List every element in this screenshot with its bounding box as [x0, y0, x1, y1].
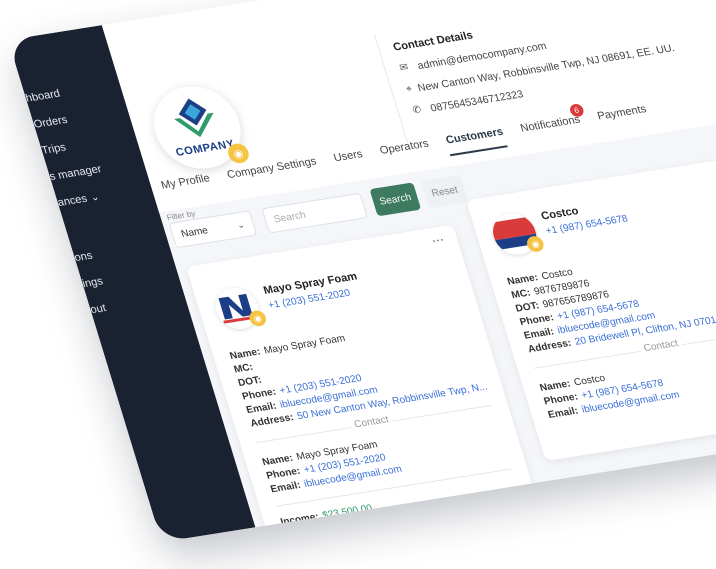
sidebar-item-dashboard[interactable]: hboard	[24, 88, 61, 105]
sidebar-item-trips[interactable]: Trips	[40, 141, 67, 156]
contact-section-label: Contact	[348, 413, 395, 431]
field-label: Income:	[279, 511, 321, 529]
chevron-down-icon: ⌄	[235, 218, 246, 230]
camera-icon[interactable]: ◉	[225, 142, 252, 165]
search-input[interactable]: Search	[261, 192, 368, 234]
sidebar-item-label: s manager	[48, 163, 104, 183]
sidebar-item-label: Orders	[32, 113, 69, 131]
field-value: Mayo Spray Foam	[262, 333, 347, 357]
sidebar-item-settings[interactable]: ings	[81, 275, 104, 290]
tab-label: Operators	[378, 137, 431, 157]
customer-name: Costco	[539, 205, 581, 223]
field-label: Email:	[546, 405, 580, 421]
income-row: Income:$23,500.00	[279, 503, 374, 528]
location-pin-icon: ⌖	[404, 83, 414, 96]
sidebar-item-label: hboard	[24, 87, 62, 105]
tab-label: Users	[332, 148, 365, 165]
field-value	[264, 374, 267, 385]
more-options-icon[interactable]: ⋯	[430, 232, 447, 248]
field-label: DOT:	[236, 374, 264, 390]
field-label: MC:	[232, 361, 255, 376]
sidebar-item-label: ances	[56, 192, 89, 209]
company-logo: COMPANY ◉	[143, 80, 252, 175]
tab-my-profile[interactable]: My Profile	[160, 172, 215, 201]
tab-operators[interactable]: Operators	[378, 138, 433, 167]
app-window: hboard Orders Trips s manager ances⌄ ons…	[8, 0, 716, 543]
sidebar-item-label: ings	[80, 275, 105, 291]
sidebar-item-label: ons	[72, 249, 95, 265]
field-value: Costco	[540, 266, 575, 283]
sidebar-item-orders[interactable]: Orders	[32, 114, 69, 131]
sidebar-item-label: out	[88, 302, 108, 317]
sidebar-item-label: Trips	[40, 141, 68, 157]
field-value	[255, 361, 258, 372]
filter-select-value: Name	[179, 224, 210, 240]
field-label: Name:	[228, 346, 262, 362]
field-dot: DOT:	[237, 374, 267, 389]
tab-users[interactable]: Users	[332, 148, 367, 174]
field-name: Name:Mayo Spray Foam	[228, 333, 346, 362]
reset-button-label: Reset	[430, 184, 460, 199]
field-value: Costco	[572, 372, 607, 389]
contact-phone: 0875645346712323	[429, 88, 525, 115]
chevron-down-icon: ⌄	[89, 191, 101, 204]
sidebar-item-logout[interactable]: out	[89, 302, 108, 316]
field-label: DOT:	[514, 300, 541, 315]
field-mc: MC:	[232, 361, 259, 376]
field-label: MC:	[510, 287, 533, 302]
sidebar-item-manager[interactable]: s manager	[48, 163, 103, 183]
search-button-label: Search	[378, 191, 413, 208]
tab-label: My Profile	[159, 172, 212, 192]
sidebar-item-integrations[interactable]: ons	[73, 250, 94, 264]
reset-button[interactable]: Reset	[420, 174, 469, 209]
field-label: Email:	[522, 326, 556, 342]
field-label: Email:	[245, 400, 278, 417]
search-placeholder: Search	[272, 209, 308, 225]
field-label: Name:	[538, 378, 572, 394]
contact-section-label: Contact	[638, 337, 684, 355]
field-label: Name:	[260, 452, 295, 469]
search-button[interactable]: Search	[369, 182, 422, 217]
field-label: Email:	[269, 479, 303, 496]
field-label: Name:	[506, 272, 540, 288]
income-value: $23,500.00	[321, 502, 374, 522]
sidebar-item-finances[interactable]: ances⌄	[56, 191, 101, 209]
phone-icon: ✆	[411, 104, 423, 117]
mail-icon: ✉	[398, 61, 410, 74]
